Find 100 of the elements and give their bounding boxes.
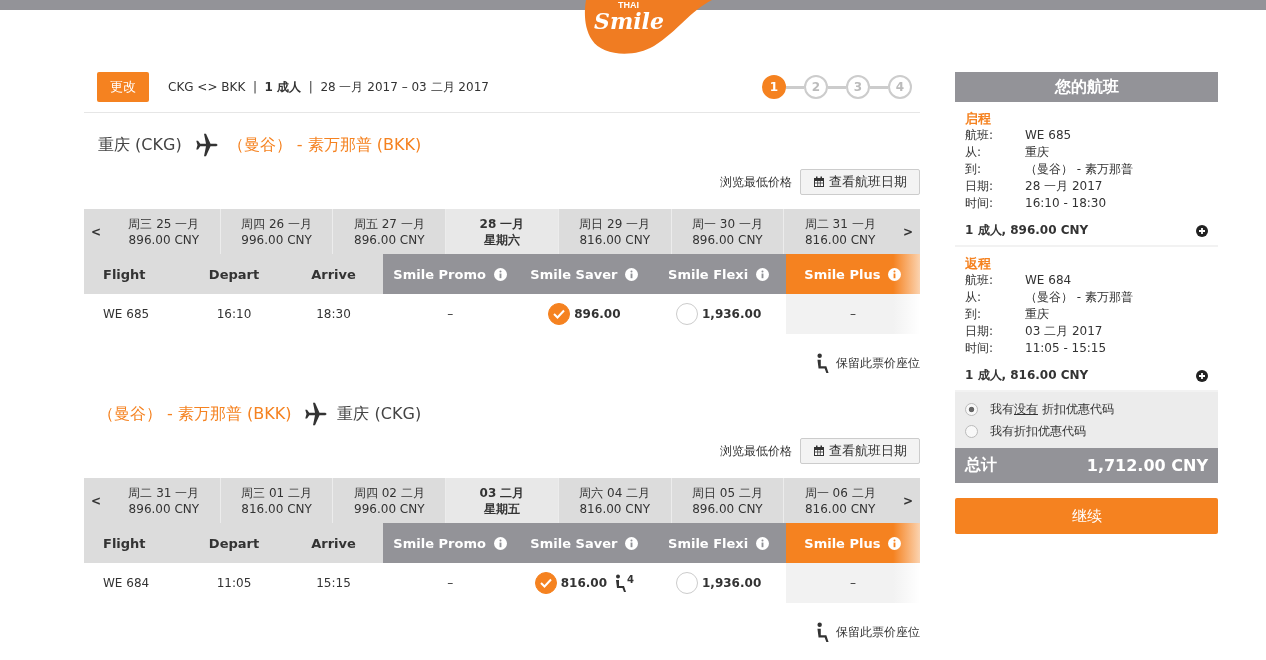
seat-icon (816, 622, 830, 642)
expand-icon[interactable] (1196, 224, 1208, 237)
field-value: 28 一月 2017 (1025, 178, 1103, 195)
fare-header: Smile Flexi (651, 254, 786, 294)
depart-time: 11:05 (215, 575, 253, 592)
unavailable-mark: – (849, 576, 856, 590)
next-dates-button[interactable]: > (896, 478, 921, 523)
check-icon (539, 578, 552, 588)
fare-header: Smile Promo (383, 523, 518, 563)
sidebar-title: 您的航班 (955, 72, 1218, 102)
info-icon[interactable] (756, 267, 770, 281)
browse-label: 浏览最低价格 (720, 442, 792, 460)
info-icon[interactable] (756, 536, 770, 550)
field-value: WE 685 (1025, 127, 1072, 144)
fare-header: Smile Plus (785, 523, 920, 563)
promo-option-label: 我有没有 折扣优惠代码 (990, 401, 1114, 418)
fare-radio[interactable] (676, 572, 698, 594)
calendar-button[interactable]: 查看航班日期 (800, 438, 920, 464)
fare-price: 896.00 (574, 307, 621, 321)
fare-header: Smile Saver (517, 523, 652, 563)
info-icon[interactable] (493, 267, 507, 281)
calendar-button[interactable]: 查看航班日期 (800, 169, 920, 195)
fare-radio[interactable] (676, 303, 698, 325)
segment-heading: 返程 (965, 255, 992, 272)
route-title: 重庆 (CKG) (98, 134, 182, 156)
info-icon[interactable] (625, 267, 639, 281)
field-label: 到: (965, 161, 983, 178)
field-value: 03 二月 2017 (1025, 323, 1103, 340)
date-tab[interactable]: 周二 31 一月 816.00 CNY (784, 209, 897, 254)
column-header: Flight (84, 523, 184, 563)
field-label: 时间: (965, 195, 995, 212)
route-title: 重庆 (CKG) (337, 403, 422, 425)
route-title: （曼谷） - 素万那普 (BKK) (98, 403, 292, 425)
field-value: WE 684 (1025, 272, 1072, 289)
field-label: 航班: (965, 127, 995, 144)
step-indicator: 1 (762, 75, 786, 99)
field-label: 从: (965, 144, 983, 161)
total-label: 总计 (965, 455, 997, 476)
next-dates-button[interactable]: > (896, 209, 921, 254)
logo: THAI Smile (584, 0, 714, 56)
field-label: 到: (965, 306, 983, 323)
calendar-icon (813, 445, 825, 457)
unavailable-mark: – (447, 307, 454, 321)
info-icon[interactable] (493, 536, 507, 550)
column-header: Depart (184, 523, 284, 563)
promo-option-label: 我有折扣优惠代码 (990, 423, 1086, 440)
segment-price: 1 成人, 896.00 CNY (965, 222, 1089, 239)
depart-time: 16:10 (215, 306, 253, 323)
date-tab[interactable]: 03 二月 星期五 (446, 478, 559, 523)
column-header: Arrive (284, 254, 383, 294)
seat-icon (615, 574, 628, 592)
field-value: 16:10 - 18:30 (1025, 195, 1107, 212)
field-label: 从: (965, 289, 983, 306)
fare-radio[interactable] (548, 303, 571, 325)
date-tab[interactable]: 周一 06 二月 816.00 CNY (784, 478, 897, 523)
hold-fare-link[interactable]: 保留此票价座位 (836, 623, 920, 641)
date-tab[interactable]: 28 一月 星期六 (446, 209, 559, 254)
calendar-icon (813, 176, 825, 188)
step-indicator: 3 (846, 75, 870, 99)
field-label: 时间: (965, 340, 995, 357)
check-icon (553, 309, 566, 319)
segment-heading: 启程 (965, 110, 992, 127)
expand-icon[interactable] (1196, 369, 1208, 382)
flight-number: WE 685 (102, 306, 151, 323)
fare-header: Smile Plus (785, 254, 920, 294)
fare-header: Smile Flexi (651, 523, 786, 563)
fare-price: 816.00 (560, 576, 608, 590)
field-label: 航班: (965, 272, 995, 289)
unavailable-mark: – (447, 576, 454, 590)
step-indicator: 2 (804, 75, 828, 99)
fare-header: Smile Saver (517, 254, 652, 294)
info-icon[interactable] (888, 267, 902, 281)
hold-fare-link[interactable]: 保留此票价座位 (836, 354, 920, 372)
arrive-time: 18:30 (315, 306, 352, 323)
route-title: （曼谷） - 素万那普 (BKK) (227, 134, 422, 156)
step-indicator: 4 (888, 75, 912, 99)
promo-radio[interactable] (965, 424, 978, 438)
field-label: 日期: (965, 323, 995, 340)
browse-label: 浏览最低价格 (720, 173, 792, 191)
field-value: （曼谷） - 素万那普 (1025, 289, 1133, 306)
segment-price: 1 成人, 816.00 CNY (965, 367, 1089, 384)
total-amount: 1,712.00 CNY (1086, 456, 1208, 475)
info-icon[interactable] (888, 536, 902, 550)
fare-radio[interactable] (534, 572, 557, 594)
field-value: （曼谷） - 素万那普 (1025, 161, 1133, 178)
seat-icon (816, 353, 830, 373)
search-summary: CKG <> BKK | 1 成人 | 28 一月 2017 – 03 二月 2017 (168, 78, 489, 96)
field-value: 重庆 (1025, 306, 1049, 323)
column-header: Arrive (284, 523, 383, 563)
fare-price: 1,936.00 (702, 576, 762, 590)
promo-radio[interactable] (965, 402, 978, 416)
field-value: 重庆 (1025, 144, 1049, 161)
column-header: Depart (184, 254, 284, 294)
flight-number: WE 684 (102, 575, 151, 592)
info-icon[interactable] (625, 536, 639, 550)
field-label: 日期: (965, 178, 995, 195)
field-value: 11:05 - 15:15 (1025, 340, 1107, 357)
arrive-time: 15:15 (315, 575, 352, 592)
previous-dates-button[interactable]: < (84, 209, 108, 254)
previous-dates-button[interactable]: < (84, 478, 108, 523)
